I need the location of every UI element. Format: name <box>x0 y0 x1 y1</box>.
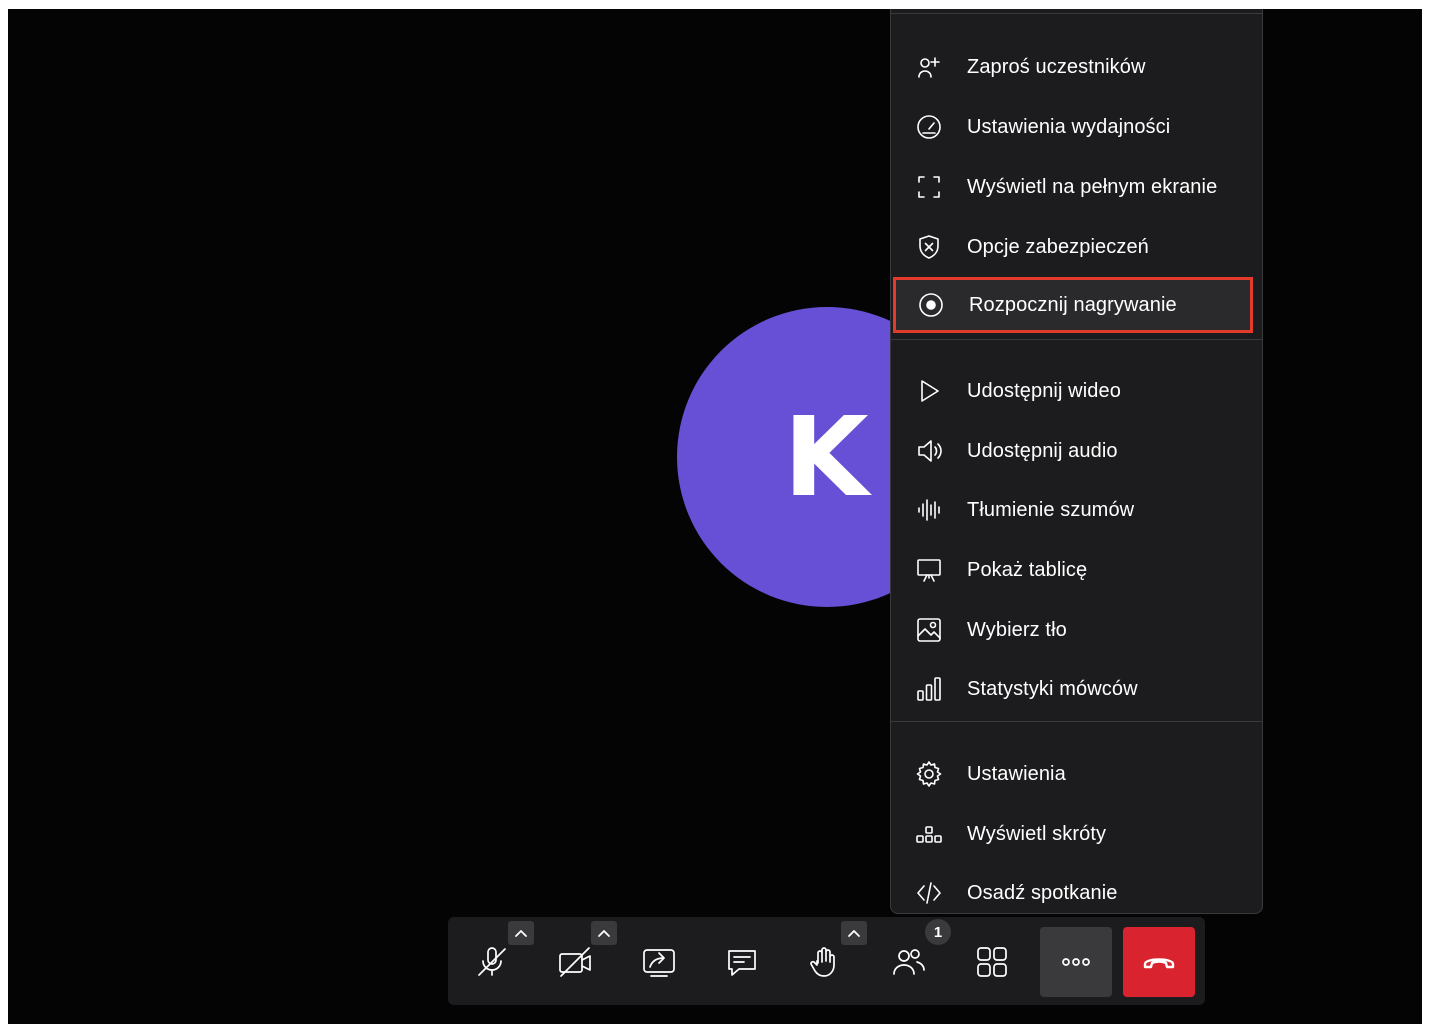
waveform-icon <box>913 494 945 526</box>
menu-item-osadź-spotkanie[interactable]: Osadź spotkanie <box>891 865 1262 921</box>
participant-initial: K <box>783 393 869 521</box>
menu-item-label: Udostępnij wideo <box>967 379 1121 402</box>
menu-divider <box>891 339 1262 340</box>
menu-item-wybierz-tło[interactable]: Wybierz tło <box>891 602 1262 658</box>
menu-item-label: Rozpocznij nagrywanie <box>969 293 1177 316</box>
fullscreen-icon <box>913 171 945 203</box>
camera-off-options-caret[interactable] <box>591 921 617 945</box>
menu-item-label: Wyświetl na pełnym ekranie <box>967 175 1218 198</box>
hand-icon <box>807 944 843 980</box>
menu-item-statystyki-mówców[interactable]: Statystyki mówców <box>891 661 1262 717</box>
menu-item-label: Pokaż tablicę <box>967 558 1088 581</box>
menu-item-zaproś-uczestników[interactable]: Zaproś uczestników <box>891 39 1262 95</box>
menu-item-label: Tłumienie szumów <box>967 498 1135 521</box>
play-icon <box>913 375 945 407</box>
menu-item-label: Osadź spotkanie <box>967 881 1118 904</box>
bar-chart-icon <box>913 673 945 705</box>
speedometer-icon <box>913 111 945 143</box>
menu-item-label: Ustawienia wydajności <box>967 115 1171 138</box>
whiteboard-icon <box>913 554 945 586</box>
menu-item-pokaż-tablicę[interactable]: Pokaż tablicę <box>891 542 1262 598</box>
menu-divider <box>891 13 1262 14</box>
shield-icon <box>913 231 945 263</box>
menu-item-ustawienia[interactable]: Ustawienia <box>891 746 1262 802</box>
raise-hand-options-caret[interactable] <box>841 921 867 945</box>
meeting-stage: K Zaproś uczestników Ustawienia wydajnośc… <box>8 9 1422 1024</box>
share-screen-button[interactable] <box>623 927 695 997</box>
menu-item-rozpocznij-nagrywanie[interactable]: Rozpocznij nagrywanie <box>893 277 1253 333</box>
more-actions-button[interactable] <box>1040 927 1112 997</box>
code-icon <box>913 877 945 909</box>
leave-meeting-button[interactable] <box>1123 927 1195 997</box>
participant-count-badge: 1 <box>925 919 951 945</box>
menu-item-label: Wyświetl skróty <box>967 822 1107 845</box>
microphone-off-icon <box>474 944 510 980</box>
speaker-icon <box>913 435 945 467</box>
grid-icon <box>974 944 1010 980</box>
menu-item-tłumienie-szumów[interactable]: Tłumienie szumów <box>891 482 1262 538</box>
menu-item-wyświetl-na-pełnym-ekranie[interactable]: Wyświetl na pełnym ekranie <box>891 159 1262 215</box>
menu-divider <box>891 721 1262 722</box>
chevron-up-icon <box>846 925 862 941</box>
menu-item-label: Udostępnij audio <box>967 439 1118 462</box>
menu-item-label: Wybierz tło <box>967 618 1067 641</box>
menu-item-ustawienia-wydajności[interactable]: Ustawienia wydajności <box>891 99 1262 155</box>
add-user-icon <box>913 51 945 83</box>
menu-item-label: Ustawienia <box>967 762 1066 785</box>
more-icon <box>1058 944 1094 980</box>
menu-item-udostępnij-audio[interactable]: Udostępnij audio <box>891 423 1262 479</box>
menu-item-opcje-zabezpieczeń[interactable]: Opcje zabezpieczeń <box>891 219 1262 275</box>
chevron-up-icon <box>513 925 529 941</box>
menu-item-label: Statystyki mówców <box>967 677 1138 700</box>
hangup-icon <box>1141 944 1177 980</box>
chat-icon <box>724 944 760 980</box>
tile-view-button[interactable] <box>956 927 1028 997</box>
chevron-up-icon <box>596 925 612 941</box>
menu-item-label: Opcje zabezpieczeń <box>967 235 1149 258</box>
shortcuts-icon <box>913 818 945 850</box>
menu-item-label: Zaproś uczestników <box>967 55 1146 78</box>
more-actions-menu: Zaproś uczestników Ustawienia wydajności W… <box>890 9 1263 914</box>
image-icon <box>913 614 945 646</box>
record-icon <box>915 289 947 321</box>
camera-off-icon <box>557 944 593 980</box>
menu-item-wyświetl-skróty[interactable]: Wyświetl skróty <box>891 806 1262 862</box>
share-screen-icon <box>641 944 677 980</box>
meeting-toolbar: 1 <box>448 917 1205 1005</box>
chat-button[interactable] <box>706 927 778 997</box>
gear-icon <box>913 758 945 790</box>
microphone-muted-options-caret[interactable] <box>508 921 534 945</box>
participants-icon <box>891 944 927 980</box>
menu-item-udostępnij-wideo[interactable]: Udostępnij wideo <box>891 363 1262 419</box>
